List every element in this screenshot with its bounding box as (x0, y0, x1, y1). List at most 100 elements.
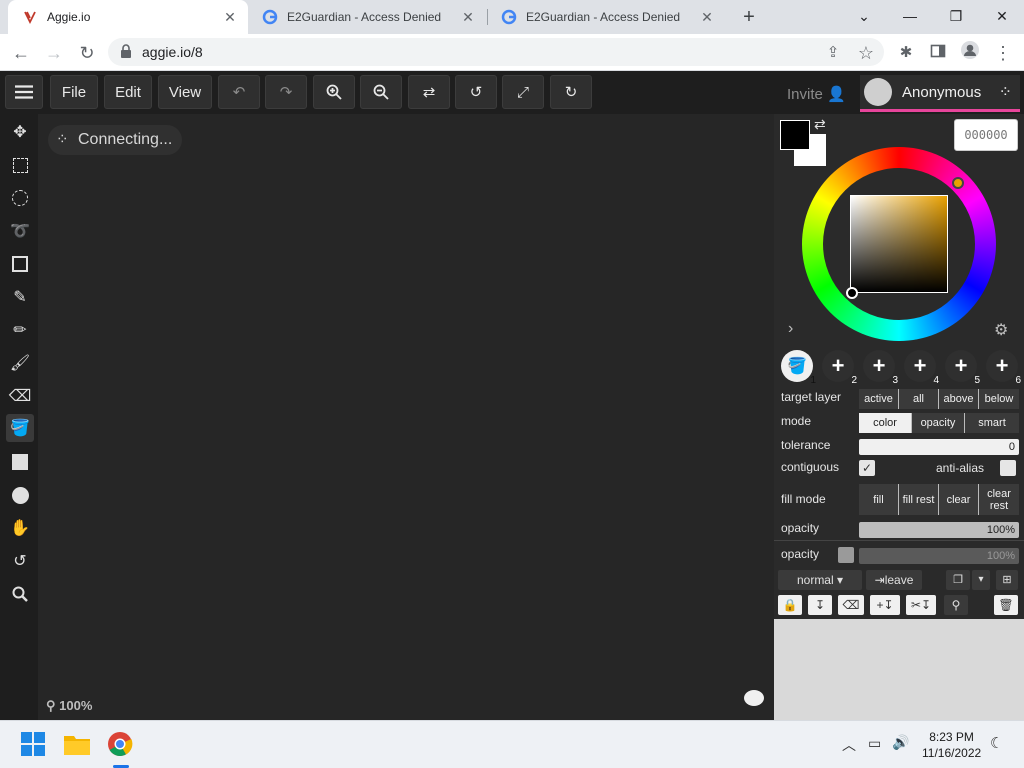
swap-colors-icon[interactable]: ⇄ (814, 116, 826, 133)
view-menu-button[interactable]: View (158, 75, 212, 109)
tolerance-slider[interactable]: 0 (859, 439, 1019, 455)
address-bar[interactable]: aggie.io/8 (108, 38, 884, 66)
back-icon[interactable]: ← (8, 40, 34, 66)
fill-mode-option[interactable]: clear (939, 484, 979, 515)
close-window-icon[interactable]: ✕ (988, 4, 1016, 28)
fullscreen-icon[interactable]: ⤢ (502, 75, 544, 109)
forward-icon[interactable]: → (41, 40, 67, 66)
tool-slot-2[interactable]: +2 (822, 350, 857, 386)
pencil-icon[interactable]: ✏ (6, 316, 34, 344)
zoom-out-icon[interactable] (360, 75, 402, 109)
add-layer-icon[interactable]: ⊞ (996, 570, 1018, 590)
zoom-indicator[interactable]: ⚲ 100% (46, 698, 92, 714)
eyedropper-icon[interactable]: ✎ (6, 283, 34, 311)
rotate-view-icon[interactable]: ↺ (6, 547, 34, 575)
flip-icon[interactable]: ⇄ (408, 75, 450, 109)
zoom-in-icon[interactable] (313, 75, 355, 109)
target-layer-option[interactable]: all (899, 389, 939, 409)
duplicate-layer-icon[interactable]: ❐ (946, 570, 970, 590)
hex-color-input[interactable]: 000000 (954, 119, 1018, 151)
delete-layer-icon[interactable]: 🗑 (994, 595, 1018, 615)
layer-menu-chevron-icon[interactable]: ▾ (972, 570, 990, 590)
layer-opacity-checkbox[interactable] (838, 547, 854, 563)
file-explorer-icon[interactable] (63, 731, 91, 759)
side-panel-icon[interactable] (925, 40, 951, 66)
hue-wheel[interactable] (802, 147, 996, 341)
volume-icon[interactable]: 🔊 (892, 734, 909, 751)
zoom-tool-icon[interactable] (6, 580, 34, 608)
drawing-canvas[interactable]: ⁘ Connecting... ⚲ 100% (38, 114, 774, 720)
redo-icon[interactable]: ↷ (265, 75, 307, 109)
browser-tab-aggie[interactable]: Aggie.io ✕ (8, 0, 248, 34)
paint-bucket-icon[interactable]: 🪣 (6, 414, 34, 442)
tool-slot-3[interactable]: +3 (863, 350, 898, 386)
user-box[interactable]: Anonymous ⁘ (860, 75, 1020, 112)
rotate-right-icon[interactable]: ↻ (550, 75, 592, 109)
ellipse-select-icon[interactable] (6, 184, 34, 212)
tool-slot-1[interactable]: 🪣 1 (781, 350, 816, 386)
color-handle[interactable] (846, 287, 858, 299)
fill-mode-option[interactable]: clear rest (979, 484, 1019, 515)
extensions-puzzle-icon[interactable]: ✱ (893, 40, 919, 66)
contiguous-checkbox[interactable]: ✓ (859, 460, 875, 476)
browser-tab-e2guardian-2[interactable]: E2Guardian - Access Denied ✕ (487, 0, 725, 34)
lasso-select-icon[interactable]: ➰ (6, 217, 34, 245)
rotate-left-icon[interactable]: ↺ (455, 75, 497, 109)
tool-slot-5[interactable]: +5 (945, 350, 980, 386)
tab-close-icon[interactable]: ✕ (222, 9, 238, 25)
tool-opacity-slider[interactable]: 100% (859, 522, 1019, 538)
chevron-right-icon[interactable]: › (788, 320, 793, 338)
tool-slot-6[interactable]: +6 (986, 350, 1021, 386)
rectangle-shape-icon[interactable] (6, 448, 34, 476)
saturation-value-square[interactable] (850, 195, 948, 293)
lock-layer-icon[interactable]: 🔒 (778, 595, 802, 615)
bookmark-star-icon[interactable]: ☆ (853, 40, 879, 66)
brush-icon[interactable]: 🖌 (6, 349, 34, 377)
target-layer-option[interactable]: active (859, 389, 899, 409)
target-layer-option[interactable]: above (939, 389, 979, 409)
add-below-icon[interactable]: +↧ (870, 595, 900, 615)
edit-menu-button[interactable]: Edit (104, 75, 152, 109)
profile-avatar-icon[interactable] (957, 40, 983, 66)
network-icon[interactable]: ▭ (868, 735, 881, 752)
minimize-icon[interactable]: — (896, 4, 924, 28)
tab-close-icon[interactable]: ✕ (699, 9, 715, 25)
tray-chevron-up-icon[interactable]: ︿ (842, 735, 856, 755)
mode-option[interactable]: color (859, 413, 912, 433)
primary-color-swatch[interactable] (780, 120, 810, 150)
mode-option[interactable]: smart (965, 413, 1019, 433)
antialias-checkbox[interactable] (1000, 460, 1016, 476)
transform-icon[interactable] (6, 250, 34, 278)
hue-handle[interactable] (952, 177, 964, 189)
reload-icon[interactable]: ↻ (74, 40, 100, 66)
tab-search-chevron-icon[interactable]: ⌄ (850, 4, 878, 28)
eraser-icon[interactable]: ⌫ (6, 382, 34, 410)
mode-option[interactable]: opacity (912, 413, 965, 433)
hand-icon[interactable]: ✋ (6, 514, 34, 542)
chrome-icon[interactable] (107, 731, 135, 759)
chat-icon[interactable] (744, 690, 764, 706)
notifications-icon[interactable]: ☾ (990, 734, 1003, 752)
layer-opacity-slider[interactable]: 100% (859, 548, 1019, 564)
hamburger-menu-icon[interactable] (5, 75, 43, 109)
cut-below-icon[interactable]: ✂↧ (906, 595, 936, 615)
target-layer-option[interactable]: below (979, 389, 1019, 409)
windows-start-icon[interactable] (20, 731, 48, 759)
invite-button[interactable]: Invite 👤 (787, 85, 846, 103)
share-icon[interactable]: ⇪ (820, 40, 846, 66)
layer-list-area[interactable] (774, 619, 1024, 720)
search-layer-icon[interactable]: ⚲ (944, 595, 968, 615)
blend-mode-dropdown[interactable]: normal ▾ (778, 570, 862, 590)
fill-mode-option[interactable]: fill rest (899, 484, 939, 515)
new-tab-button[interactable]: + (738, 6, 760, 28)
undo-icon[interactable]: ↶ (218, 75, 260, 109)
gear-icon[interactable]: ⚙ (994, 320, 1008, 340)
system-clock[interactable]: 8:23 PM 11/16/2022 (922, 729, 981, 761)
browser-tab-e2guardian-1[interactable]: E2Guardian - Access Denied ✕ (248, 0, 486, 34)
file-menu-button[interactable]: File (50, 75, 98, 109)
restore-icon[interactable]: ❐ (942, 4, 970, 28)
clear-layer-icon[interactable]: ⌫ (838, 595, 864, 615)
leave-button[interactable]: ⇥leave (866, 570, 922, 590)
fill-mode-option[interactable]: fill (859, 484, 899, 515)
rectangle-select-icon[interactable] (6, 151, 34, 179)
